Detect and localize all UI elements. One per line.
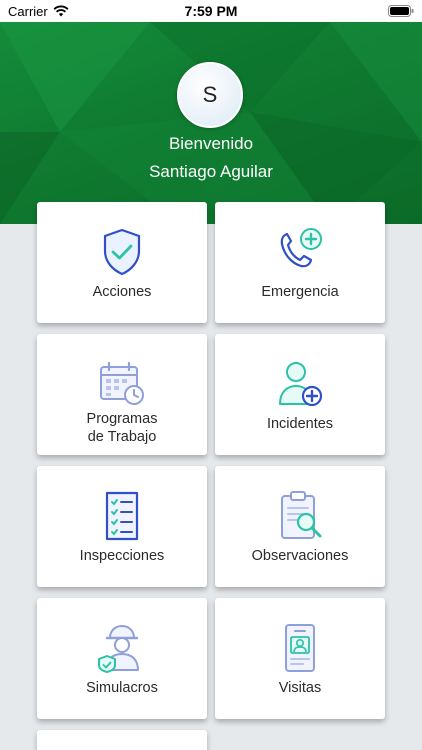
phone-medical-icon	[280, 228, 322, 268]
user-name: Santiago Aguilar	[149, 162, 273, 181]
menu-label-incidentes: Incidentes	[266, 416, 334, 432]
person-plus-icon	[279, 362, 323, 407]
menu-label-simulacros: Simulacros	[86, 680, 158, 696]
menu-card-acciones[interactable]: Acciones	[37, 202, 207, 323]
menu-card-simulacros[interactable]: Simulacros	[37, 598, 207, 719]
menu-card-visitas[interactable]: Visitas	[215, 598, 385, 719]
checklist-icon	[105, 491, 139, 541]
clipboard-search-icon	[281, 491, 322, 539]
menu-label-programas-de-trabajo: Programas de Trabajo	[86, 411, 158, 445]
menu-card-incidentes[interactable]: Incidentes	[215, 334, 385, 455]
menu-label-observaciones: Observaciones	[251, 548, 349, 564]
menu-card-inspecciones[interactable]: Inspecciones	[37, 466, 207, 587]
battery-icon	[387, 5, 414, 17]
worker-helmet-icon	[98, 625, 139, 673]
carrier-label: Carrier	[8, 3, 48, 19]
shield-check-icon	[103, 228, 141, 276]
menu-label-visitas: Visitas	[278, 680, 322, 696]
menu-card-observaciones[interactable]: Observaciones	[215, 466, 385, 587]
profile-header: S Bienvenido Santiago Aguilar	[0, 22, 422, 224]
menu-label-emergencia: Emergencia	[261, 284, 339, 300]
wifi-icon	[53, 5, 69, 17]
id-badge-icon	[285, 624, 315, 672]
avatar[interactable]: S	[177, 62, 243, 128]
menu-label-inspecciones: Inspecciones	[79, 548, 165, 564]
clock-time: 7:59 PM	[184, 3, 238, 19]
menu-card-emergencia[interactable]: Emergencia	[215, 202, 385, 323]
calendar-clock-icon	[100, 361, 144, 405]
menu-label-acciones: Acciones	[92, 284, 152, 300]
status-bar: Carrier 7:59 PM	[0, 0, 422, 22]
menu-card-programas-de-trabajo[interactable]: Programas de Trabajo	[37, 334, 207, 455]
menu-card-partial[interactable]	[37, 730, 207, 750]
welcome-text: Bienvenido	[168, 134, 254, 153]
